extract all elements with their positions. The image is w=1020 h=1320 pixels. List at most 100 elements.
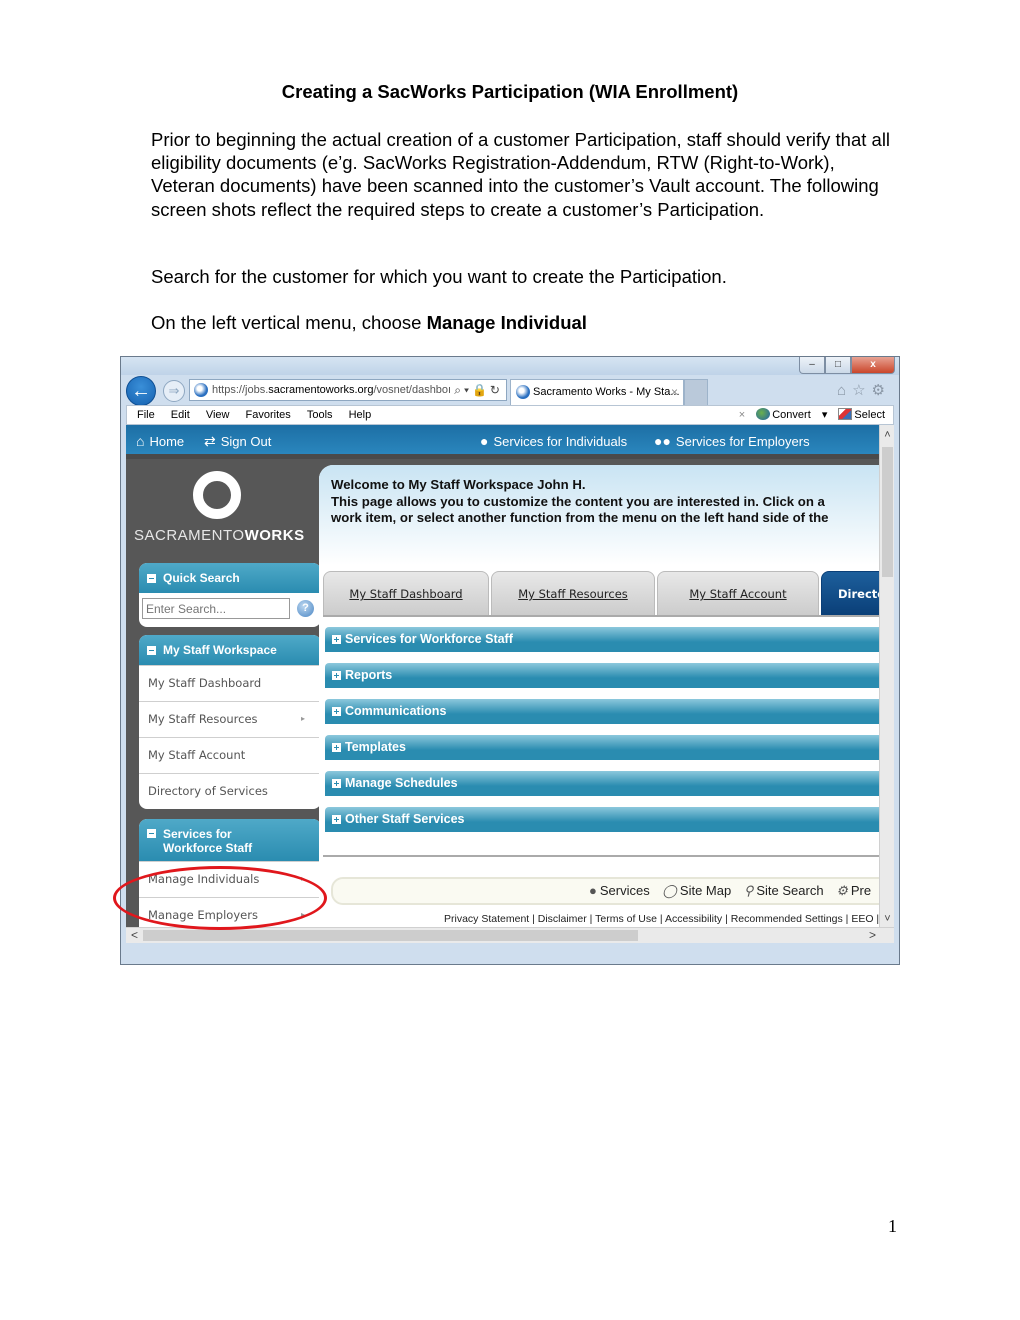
workforce-staff-header[interactable]: Services for Workforce Staff (139, 819, 321, 861)
select-icon (838, 408, 853, 420)
menu-file[interactable]: File (137, 406, 155, 424)
command-close-icon[interactable]: × (739, 409, 745, 421)
section-templates[interactable]: Templates (325, 735, 885, 760)
sign-out-icon: ⇄ (204, 433, 216, 449)
close-window-button[interactable]: x (851, 357, 895, 374)
tab-close-icon[interactable]: × (671, 380, 678, 404)
collapse-icon (147, 574, 156, 583)
sidebar-item-directory-of-services[interactable]: Directory of Services (139, 773, 321, 809)
search-icon: ⚲ (743, 883, 754, 898)
maximize-button[interactable]: □ (825, 357, 851, 374)
section-other-staff-services[interactable]: Other Staff Services (325, 807, 885, 832)
help-icon[interactable]: ? (297, 600, 314, 617)
workforce-title-line1: Services for (163, 827, 232, 841)
logo-ring-icon (193, 471, 241, 519)
expand-icon (332, 635, 341, 644)
sidebar-item-staff-account[interactable]: My Staff Account (139, 737, 321, 773)
expand-icon (332, 707, 341, 716)
submenu-arrow-icon: ▸ (300, 714, 305, 723)
url-host-prefix: jobs. (245, 384, 269, 396)
workspace-tabs: My Staff Dashboard My Staff Resources My… (323, 571, 894, 617)
address-bar[interactable]: https://jobs.sacramentoworks.org/vosnet/… (189, 379, 507, 401)
browser-tab[interactable]: Sacramento Works - My Sta... × (510, 379, 684, 405)
convert-button[interactable]: Convert (756, 408, 811, 421)
staff-workspace-header[interactable]: My Staff Workspace (139, 635, 321, 665)
convert-dropdown-icon[interactable]: ▾ (822, 409, 828, 421)
minimize-button[interactable]: – (799, 357, 825, 374)
horizontal-scroll-thumb[interactable] (143, 930, 638, 941)
window-title-bar: – □ x (121, 357, 899, 375)
nav-sign-out-link[interactable]: ⇄ Sign Out (204, 425, 271, 458)
highlight-ellipse-manage-individuals (113, 866, 327, 930)
section-label: Manage Schedules (345, 776, 458, 790)
tab-staff-resources[interactable]: My Staff Resources (491, 571, 655, 615)
quick-search-panel: Quick Search ? (139, 563, 321, 627)
footer-site-search-link[interactable]: ⚲ Site Search (744, 883, 824, 898)
footer-services-link[interactable]: ● Services (589, 883, 650, 898)
collapse-icon (147, 829, 156, 838)
document-title: Creating a SacWorks Participation (WIA E… (281, 81, 739, 102)
sidebar-item-label: My Staff Dashboard (148, 676, 262, 690)
footer-preferences-link[interactable]: ⚙ Pre (836, 883, 871, 898)
scroll-down-icon[interactable]: ˅ (880, 913, 894, 925)
back-button[interactable]: ← (126, 376, 156, 406)
quick-search-header[interactable]: Quick Search (139, 563, 321, 593)
sidebar-item-label: Directory of Services (148, 784, 268, 798)
tab-favicon-icon (516, 385, 530, 399)
vertical-scrollbar[interactable]: ˄ ˅ (879, 425, 894, 943)
sidebar-item-staff-resources[interactable]: My Staff Resources ▸ (139, 701, 321, 737)
section-label: Other Staff Services (345, 812, 465, 826)
convert-icon (756, 408, 771, 420)
new-tab-button[interactable] (684, 379, 708, 405)
sacramentoworks-logo[interactable]: SACRAMENTOWORKS (134, 471, 304, 551)
home-favorites-settings-icons[interactable]: ⌂☆⚙ (837, 381, 891, 399)
welcome-text-line: work item, or select another function fr… (331, 510, 829, 525)
nav-home-link[interactable]: ⌂ Home (136, 425, 184, 458)
menu-help[interactable]: Help (349, 406, 372, 424)
page-viewport: ⌂ Home ⇄ Sign Out ● Services for Individual… (126, 425, 894, 943)
nav-employers-link[interactable]: ●● Services for Employers (654, 425, 810, 458)
section-label: Reports (345, 668, 393, 682)
scroll-up-icon[interactable]: ˄ (880, 429, 894, 441)
forward-arrow-icon: ⇒ (168, 383, 180, 398)
section-label: Services for Workforce Staff (345, 632, 513, 646)
address-tools-icons[interactable]: ⌕▾🔒↻ (454, 380, 503, 400)
group-icon: ●● (654, 433, 671, 449)
section-reports[interactable]: Reports (325, 663, 885, 688)
nav-individuals-label: Services for Individuals (493, 434, 628, 449)
legal-links[interactable]: Privacy Statement | Disclaimer | Terms o… (444, 913, 888, 925)
forward-button[interactable]: ⇒ (163, 380, 185, 402)
sidebar-item-label: My Staff Account (148, 748, 246, 762)
section-services-workforce-staff[interactable]: Services for Workforce Staff (325, 627, 885, 652)
select-button[interactable]: Select (838, 408, 885, 421)
content-divider (323, 855, 883, 857)
menu-edit[interactable]: Edit (171, 406, 190, 424)
scroll-left-icon[interactable]: < (131, 928, 138, 942)
quick-search-title: Quick Search (163, 571, 240, 585)
section-manage-schedules[interactable]: Manage Schedules (325, 771, 885, 796)
page-number: 1 (888, 1216, 897, 1236)
welcome-banner: Welcome to My Staff Workspace John H. Th… (319, 465, 879, 565)
expand-icon (332, 671, 341, 680)
person-icon: ● (589, 883, 597, 898)
scroll-right-icon[interactable]: > (869, 928, 876, 942)
footer-link-bar: ● Services ◯ Site Map ⚲ Site Search ⚙ Pre (331, 877, 891, 905)
horizontal-scrollbar[interactable]: < > (126, 927, 894, 943)
footer-link-label: Pre (850, 883, 872, 898)
menu-favorites[interactable]: Favorites (246, 406, 291, 424)
vertical-scroll-thumb[interactable] (882, 447, 893, 577)
tab-staff-dashboard[interactable]: My Staff Dashboard (323, 571, 489, 615)
menu-tools[interactable]: Tools (307, 406, 333, 424)
footer-site-map-link[interactable]: ◯ Site Map (662, 883, 731, 898)
section-label: Templates (345, 740, 406, 754)
section-communications[interactable]: Communications (325, 699, 885, 724)
menu-view[interactable]: View (206, 406, 230, 424)
collapse-icon (147, 646, 156, 655)
staff-workspace-panel: My Staff Workspace My Staff Dashboard My… (139, 635, 321, 809)
quick-search-input[interactable] (142, 598, 290, 619)
site-nav-bar: ⌂ Home ⇄ Sign Out ● Services for Individual… (126, 425, 879, 459)
nav-sign-out-label: Sign Out (220, 434, 272, 449)
nav-individuals-link[interactable]: ● Services for Individuals (480, 425, 627, 458)
sidebar-item-staff-dashboard[interactable]: My Staff Dashboard (139, 665, 321, 701)
tab-staff-account[interactable]: My Staff Account (657, 571, 819, 615)
